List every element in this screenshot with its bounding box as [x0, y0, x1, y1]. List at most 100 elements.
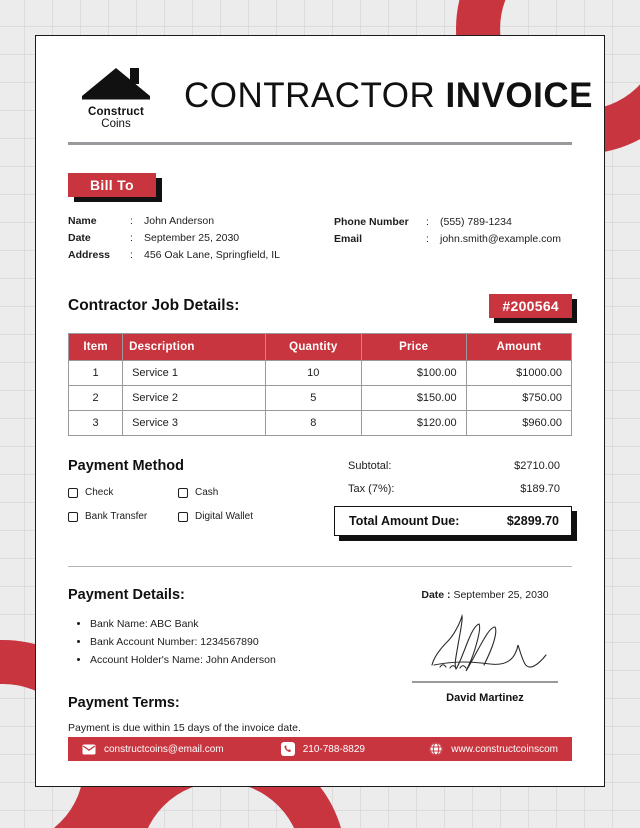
- signature-date-value: September 25, 2030: [453, 589, 549, 601]
- subtotal-row: Subtotal: $2710.00: [334, 460, 572, 472]
- cell-price: $120.00: [360, 410, 467, 436]
- info-separator: :: [130, 249, 133, 261]
- payment-terms-section: Payment Terms: Payment is due within 15 …: [68, 695, 398, 734]
- payment-option-digital-wallet[interactable]: Digital Wallet: [178, 511, 288, 522]
- bill-to-section: Bill To: [68, 173, 572, 197]
- signatory-name: David Martinez: [446, 692, 524, 704]
- info-value: September 25, 2030: [144, 232, 240, 244]
- logo-name: Construct: [87, 106, 145, 118]
- subtotal-label: Subtotal:: [348, 460, 392, 472]
- logo-subname: Coins: [101, 118, 131, 130]
- total-label: Total Amount Due:: [349, 514, 460, 528]
- list-item: Account Holder's Name: John Anderson: [90, 651, 398, 669]
- checkbox-icon[interactable]: [178, 511, 188, 522]
- page-title-bold: INVOICE: [445, 76, 593, 115]
- page-title: CONTRACTOR INVOICE: [184, 76, 599, 116]
- column-header-price: Price: [360, 333, 467, 361]
- cell-quantity: 5: [264, 385, 362, 411]
- info-row: Email : john.smith@example.com: [334, 231, 572, 248]
- payment-option-label: Bank Transfer: [85, 511, 148, 522]
- info-key: Phone Number: [334, 216, 409, 228]
- footer-details: Payment Details: Bank Name: ABC Bank Ban…: [68, 587, 572, 734]
- payment-option-label: Cash: [195, 487, 219, 498]
- billing-info-left: Name : John Anderson Date : September 25…: [68, 213, 334, 264]
- payment-method-section: Payment Method Check Cash Bank Transfer …: [68, 458, 334, 536]
- billing-info: Name : John Anderson Date : September 25…: [68, 213, 572, 264]
- footer-phone-text: 210-788-8829: [302, 743, 365, 755]
- table-row: 2 Service 2 5 $150.00 $750.00: [67, 385, 573, 411]
- payment-terms-title: Payment Terms:: [68, 695, 180, 711]
- signature-image: [398, 607, 572, 679]
- cell-item: 2: [67, 385, 124, 411]
- table-row: 1 Service 1 10 $100.00 $1000.00: [67, 360, 573, 386]
- cell-price: $100.00: [360, 360, 467, 386]
- info-row: Name : John Anderson: [68, 213, 334, 230]
- info-key: Date: [68, 232, 91, 244]
- info-separator: :: [130, 232, 133, 244]
- list-item: Bank Account Number: 1234567890: [90, 633, 398, 651]
- info-value: (555) 789-1234: [440, 216, 512, 228]
- globe-icon: [429, 742, 443, 756]
- tax-value: $189.70: [520, 483, 560, 495]
- cell-amount: $960.00: [465, 410, 573, 436]
- signature-date: Date : September 25, 2030: [398, 589, 572, 601]
- footer-email[interactable]: constructcoins@email.com: [82, 742, 281, 756]
- info-separator: :: [426, 233, 429, 245]
- info-key: Name: [68, 215, 97, 227]
- info-row: Phone Number : (555) 789-1234: [334, 214, 572, 231]
- column-header-item: Item: [67, 333, 124, 361]
- house-roof-icon: [68, 66, 164, 102]
- job-details-header: Contractor Job Details: #200564: [68, 294, 572, 318]
- table-row: 3 Service 3 8 $120.00 $960.00: [67, 410, 573, 436]
- payment-terms-text: Payment is due within 15 days of the inv…: [68, 722, 301, 734]
- list-item: Bank Name: ABC Bank: [90, 615, 398, 633]
- cell-price: $150.00: [360, 385, 467, 411]
- bill-to-badge: Bill To: [68, 173, 156, 197]
- payment-option-bank-transfer[interactable]: Bank Transfer: [68, 511, 178, 522]
- page-title-light: CONTRACTOR: [184, 76, 436, 115]
- total-value: $2899.70: [506, 514, 559, 528]
- info-value: John Anderson: [144, 215, 215, 227]
- checkbox-icon[interactable]: [68, 511, 78, 522]
- payment-details-section: Payment Details: Bank Name: ABC Bank Ban…: [68, 587, 398, 734]
- payment-option-check[interactable]: Check: [68, 487, 178, 498]
- info-value: 456 Oak Lane, Springfield, IL: [144, 249, 281, 261]
- company-logo: Construct Coins: [68, 62, 164, 130]
- cell-amount: $750.00: [465, 385, 573, 411]
- info-value: john.smith@example.com: [440, 233, 561, 245]
- cell-description: Service 2: [122, 385, 266, 411]
- invoice-header: Construct Coins CONTRACTOR INVOICE: [68, 62, 592, 130]
- info-row: Address : 456 Oak Lane, Springfield, IL: [68, 247, 334, 264]
- footer-website-text: www.constructcoinscom: [451, 743, 558, 755]
- payment-details-list: Bank Name: ABC Bank Bank Account Number:…: [90, 615, 398, 669]
- cell-amount: $1000.00: [465, 360, 573, 386]
- footer-email-text: constructcoins@email.com: [104, 743, 224, 755]
- info-row: Date : September 25, 2030: [68, 230, 334, 247]
- footer-website[interactable]: www.constructcoinscom: [429, 742, 558, 756]
- cell-description: Service 3: [122, 410, 266, 436]
- checkbox-icon[interactable]: [68, 487, 78, 498]
- checkbox-icon[interactable]: [178, 487, 188, 498]
- invoice-number-badge: #200564: [489, 294, 572, 318]
- totals-section: Subtotal: $2710.00 Tax (7%): $189.70 Tot…: [334, 458, 572, 536]
- info-separator: :: [130, 215, 133, 227]
- column-header-amount: Amount: [465, 333, 573, 361]
- subtotal-value: $2710.00: [514, 460, 560, 472]
- invoice-card: Construct Coins CONTRACTOR INVOICE Bill …: [35, 35, 605, 787]
- cell-item: 3: [67, 410, 124, 436]
- payment-option-label: Digital Wallet: [195, 511, 253, 522]
- footer-phone[interactable]: 210-788-8829: [280, 742, 430, 756]
- section-divider: [68, 566, 572, 567]
- signature-section: Date : September 25, 2030 David Martinez: [398, 587, 572, 734]
- header-divider: [68, 142, 572, 145]
- cell-quantity: 10: [264, 360, 362, 386]
- job-details-title: Contractor Job Details:: [68, 297, 240, 314]
- payment-option-cash[interactable]: Cash: [178, 487, 288, 498]
- column-header-description: Description: [122, 333, 266, 361]
- column-header-quantity: Quantity: [264, 333, 362, 361]
- total-amount-due-box: Total Amount Due: $2899.70: [334, 506, 572, 536]
- table-header-row: Item Description Quantity Price Amount: [67, 333, 573, 361]
- tax-row: Tax (7%): $189.70: [334, 483, 572, 495]
- cell-description: Service 1: [122, 360, 266, 386]
- payment-method-title: Payment Method: [68, 458, 185, 474]
